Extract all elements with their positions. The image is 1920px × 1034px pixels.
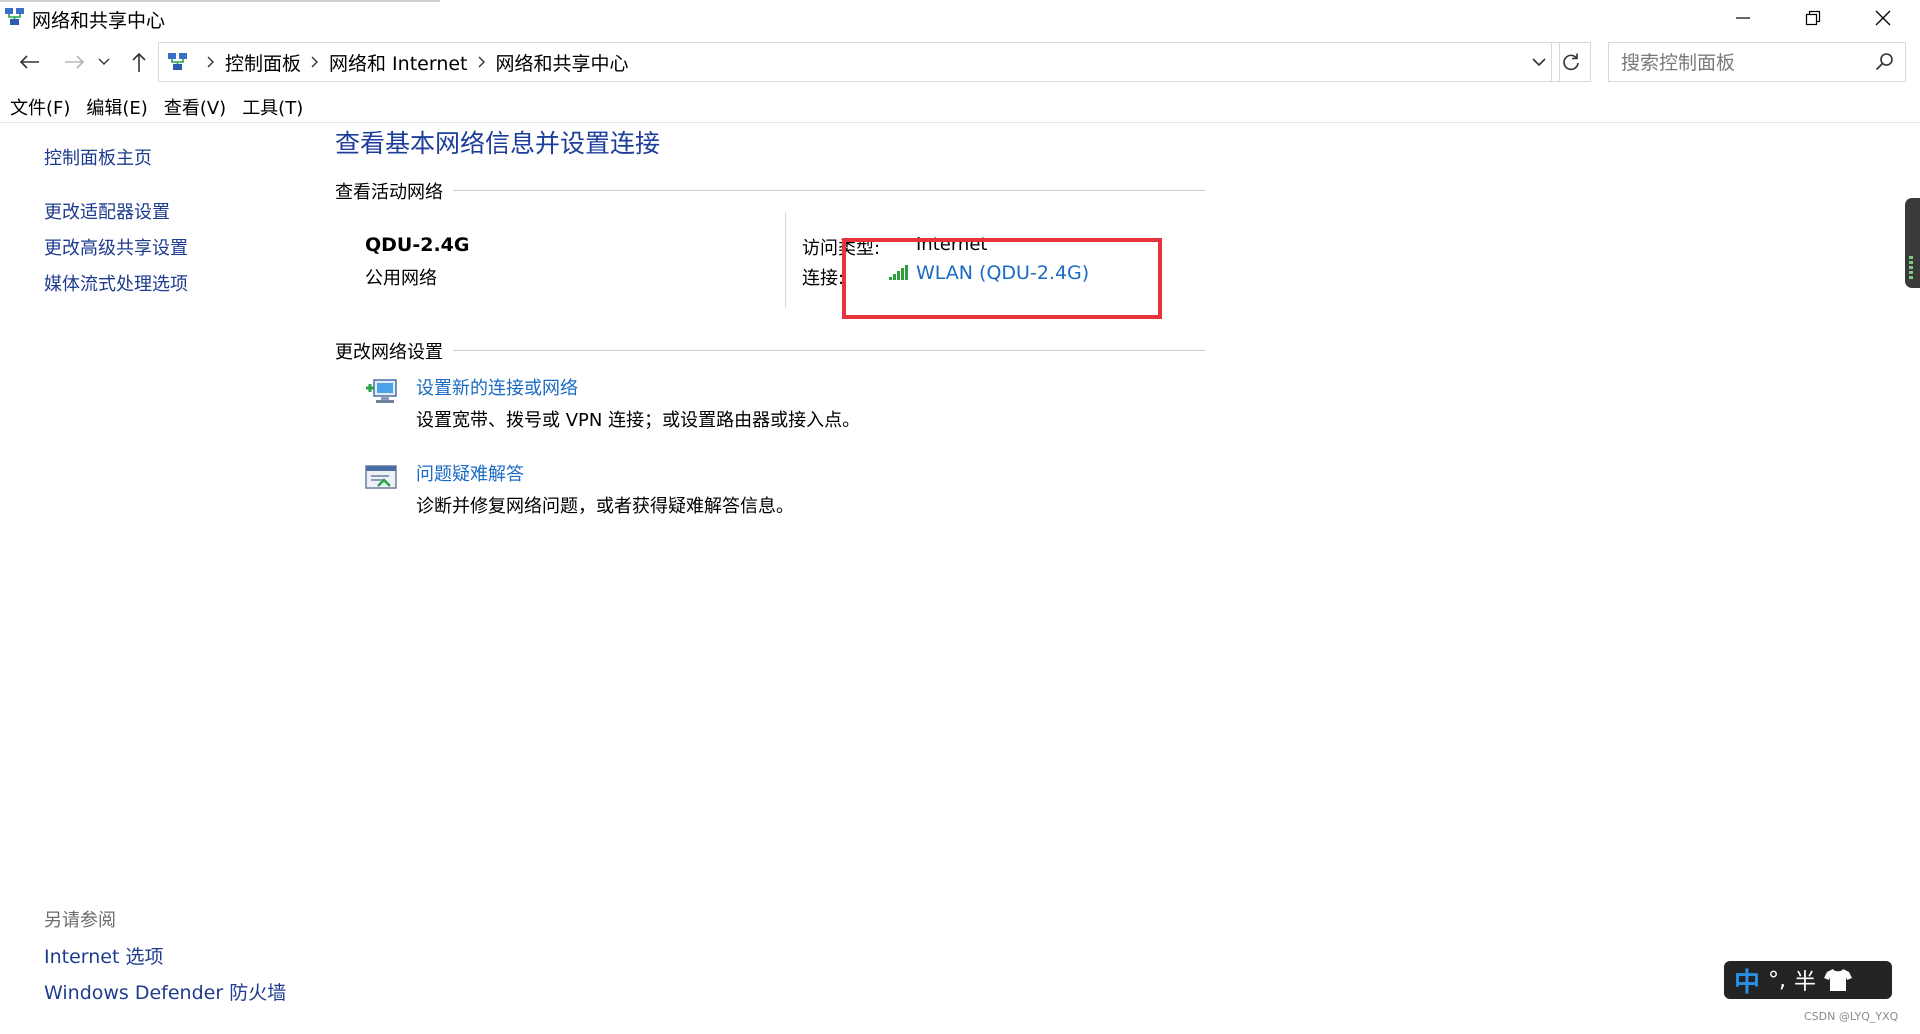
menu-tools[interactable]: 工具(T): [242, 94, 303, 120]
address-bar[interactable]: 控制面板 网络和 Internet 网络和共享中心: [158, 42, 1560, 82]
minimize-icon: [1736, 17, 1750, 19]
troubleshoot-link[interactable]: 问题疑难解答: [416, 460, 524, 486]
menu-edit[interactable]: 编辑(E): [86, 94, 147, 120]
search-input[interactable]: [1619, 49, 1863, 77]
breadcrumb-network-internet[interactable]: 网络和 Internet: [329, 49, 467, 76]
access-type-label: 访问类型:: [802, 238, 881, 259]
watermark: CSDN @LYQ_YXQ: [1804, 1010, 1899, 1023]
title-bar-top-line: [0, 0, 440, 2]
arrow-right-icon: [65, 55, 85, 69]
wlan-connection-label[interactable]: WLAN (QDU-2.4G): [916, 262, 1089, 284]
refresh-icon: [1563, 53, 1579, 71]
ime-mode-indicator[interactable]: 中: [1734, 962, 1760, 999]
page-title: 查看基本网络信息并设置连接: [335, 129, 661, 158]
change-settings-header: 更改网络设置: [335, 338, 1205, 364]
sidebar-item-control-panel-home[interactable]: 控制面板主页: [44, 144, 152, 170]
setup-new-connection-link[interactable]: 设置新的连接或网络: [416, 374, 578, 400]
active-networks-header: 查看活动网络: [335, 178, 1205, 204]
breadcrumb-separator-icon: [207, 56, 215, 68]
shirt-icon[interactable]: [1824, 968, 1853, 992]
section-divider: [453, 190, 1205, 191]
network-center-icon: [5, 8, 24, 25]
network-divider: [785, 212, 786, 308]
edge-widget-bars: [1909, 256, 1913, 280]
search-box[interactable]: [1608, 42, 1906, 82]
recent-locations-button[interactable]: [92, 46, 116, 78]
arrow-left-icon: [19, 55, 39, 69]
up-button[interactable]: [122, 46, 156, 78]
restore-button[interactable]: [1778, 0, 1848, 36]
setup-new-connection-desc: 设置宽带、拨号或 VPN 连接；或设置路由器或接入点。: [416, 410, 861, 431]
minimize-button[interactable]: [1708, 0, 1778, 36]
new-connection-icon: [366, 379, 397, 403]
chevron-down-icon: [1532, 58, 1546, 67]
menu-file[interactable]: 文件(F): [10, 94, 70, 120]
sidebar-item-adapter-settings[interactable]: 更改适配器设置: [44, 198, 170, 224]
back-button[interactable]: [12, 46, 46, 78]
see-also-internet-options[interactable]: Internet 选项: [44, 942, 163, 969]
arrow-up-icon: [132, 52, 146, 72]
wifi-signal-icon: [889, 265, 908, 280]
troubleshoot-icon: [365, 465, 397, 489]
breadcrumb-separator-icon: [311, 56, 319, 68]
search-icon[interactable]: [1875, 52, 1895, 72]
breadcrumb-network-center[interactable]: 网络和共享中心: [496, 49, 629, 76]
menu-view[interactable]: 查看(V): [164, 94, 226, 120]
restore-icon: [1805, 10, 1821, 26]
close-button[interactable]: [1848, 0, 1918, 36]
see-also-windows-defender-firewall[interactable]: Windows Defender 防火墙: [44, 978, 286, 1005]
window-title: 网络和共享中心: [32, 10, 166, 32]
address-dropdown-button[interactable]: [1531, 51, 1547, 77]
ime-punctuation-indicator[interactable]: °,: [1768, 968, 1786, 993]
breadcrumb: 控制面板 网络和 Internet 网络和共享中心: [167, 43, 629, 81]
refresh-button[interactable]: [1551, 42, 1591, 82]
access-type-value: Internet: [916, 234, 988, 255]
sidebar-item-advanced-sharing[interactable]: 更改高级共享设置: [44, 234, 188, 260]
sidebar-item-media-streaming[interactable]: 媒体流式处理选项: [44, 270, 188, 296]
breadcrumb-separator-icon: [478, 56, 486, 68]
breadcrumb-control-panel[interactable]: 控制面板: [225, 49, 301, 76]
menu-bar: 文件(F) 编辑(E) 查看(V) 工具(T): [0, 92, 309, 122]
forward-button[interactable]: [58, 46, 92, 78]
network-type[interactable]: 公用网络: [365, 264, 437, 290]
connections-label: 连接:: [802, 268, 845, 289]
ime-toolbar[interactable]: 中 °, 半: [1724, 961, 1892, 999]
title-bar: 网络和共享中心: [0, 0, 1920, 36]
wlan-connection-link[interactable]: WLAN (QDU-2.4G): [888, 262, 1089, 284]
see-also-heading: 另请参阅: [44, 910, 116, 931]
network-center-small-icon: [168, 53, 187, 70]
chevron-down-icon: [98, 58, 110, 65]
troubleshoot-desc: 诊断并修复网络问题，或者获得疑难解答信息。: [416, 496, 794, 517]
active-networks-heading: 查看活动网络: [335, 182, 443, 203]
change-settings-heading: 更改网络设置: [335, 342, 443, 363]
ime-width-indicator[interactable]: 半: [1794, 964, 1816, 996]
edge-widget[interactable]: [1905, 198, 1920, 288]
section-divider: [453, 350, 1205, 351]
network-name: QDU-2.4G: [365, 234, 470, 256]
close-icon: [1875, 10, 1891, 26]
menu-divider: [0, 122, 1920, 123]
